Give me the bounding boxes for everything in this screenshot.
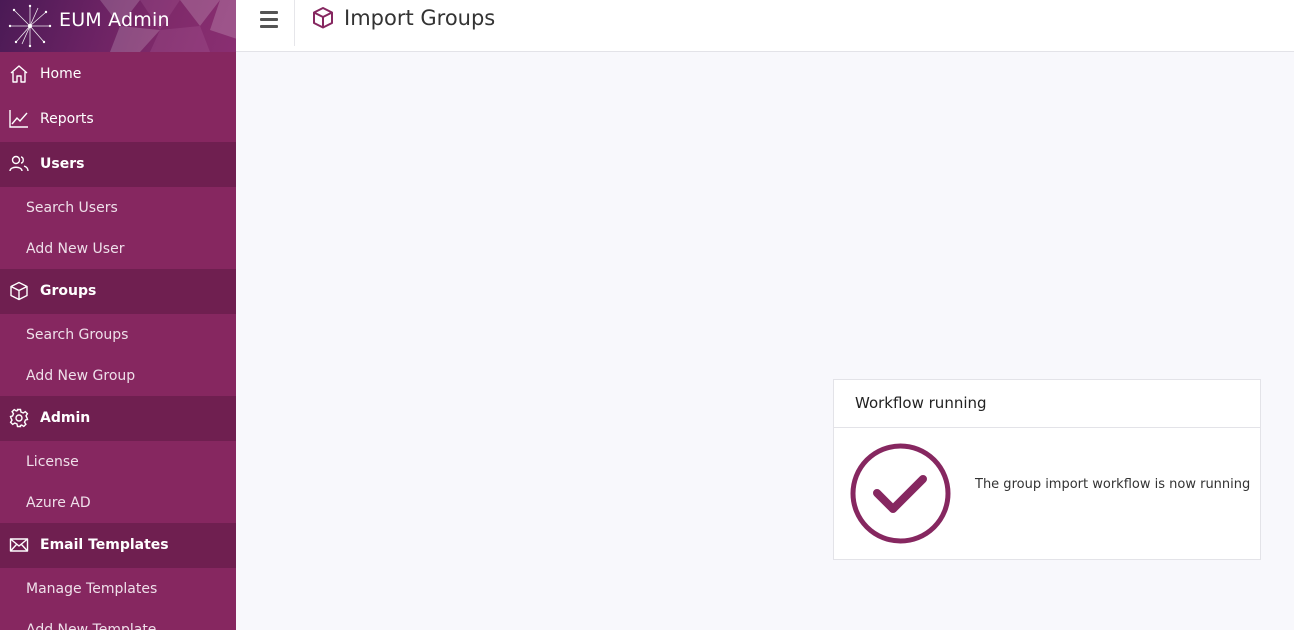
- envelope-icon: [9, 538, 29, 552]
- top-bar: Import Groups: [236, 0, 1294, 52]
- brand-title: EUM Admin: [59, 9, 170, 31]
- sidebar-subitem-label: Search Groups: [26, 327, 129, 343]
- topbar-divider: [294, 0, 295, 46]
- sidebar-nav: Home Reports Users Search Users Add New …: [0, 52, 236, 630]
- chart-line-icon: [9, 110, 28, 128]
- sidebar-subitem-search-users[interactable]: Search Users: [0, 187, 236, 228]
- sidebar-item-label: Admin: [40, 410, 91, 426]
- card-message: The group import workflow is now running: [975, 477, 1251, 492]
- sidebar-subitem-label: Azure AD: [26, 495, 91, 511]
- sidebar-item-users[interactable]: Users: [0, 142, 236, 187]
- sidebar-item-label: Groups: [40, 283, 97, 299]
- users-icon: [9, 155, 29, 172]
- sidebar-item-label: Users: [40, 156, 85, 172]
- gear-icon: [9, 408, 29, 428]
- sidebar-subitem-label: Manage Templates: [26, 581, 158, 597]
- sidebar-subitem-add-new-user[interactable]: Add New User: [0, 228, 236, 269]
- sidebar-subitem-label: Add New Group: [26, 368, 136, 384]
- sidebar-item-admin[interactable]: Admin: [0, 396, 236, 441]
- sidebar-item-reports[interactable]: Reports: [0, 97, 236, 142]
- sidebar-subitem-label: Add New User: [26, 241, 125, 257]
- sidebar-subitem-manage-templates[interactable]: Manage Templates: [0, 568, 236, 609]
- sidebar-subitem-azure-ad[interactable]: Azure AD: [0, 482, 236, 523]
- sidebar-subitem-label: License: [26, 454, 79, 470]
- check-circle-icon: [850, 443, 951, 544]
- hamburger-icon[interactable]: [260, 11, 278, 29]
- sidebar-subitem-license[interactable]: License: [0, 441, 236, 482]
- home-icon: [10, 65, 28, 83]
- sidebar-item-label: Home: [40, 66, 82, 82]
- sidebar-subitem-label: Add New Template: [26, 622, 157, 630]
- sidebar-subitem-add-new-group[interactable]: Add New Group: [0, 355, 236, 396]
- sidebar-subitem-add-new-template[interactable]: Add New Template: [0, 609, 236, 630]
- sidebar-item-label: Reports: [40, 111, 94, 127]
- sidebar: EUM Admin Home Reports Users Search User…: [0, 0, 236, 630]
- sidebar-subitem-search-groups[interactable]: Search Groups: [0, 314, 236, 355]
- sidebar-subitem-label: Search Users: [26, 200, 118, 216]
- card-title: Workflow running: [834, 380, 1260, 428]
- page-title: Import Groups: [344, 6, 496, 30]
- cube-icon: [313, 7, 333, 29]
- sidebar-item-email-templates[interactable]: Email Templates: [0, 523, 236, 568]
- sidebar-item-home[interactable]: Home: [0, 52, 236, 97]
- network-star-logo: [8, 4, 52, 48]
- brand-header[interactable]: EUM Admin: [0, 0, 236, 52]
- sidebar-item-groups[interactable]: Groups: [0, 269, 236, 314]
- cube-icon: [10, 281, 28, 301]
- sidebar-item-label: Email Templates: [40, 537, 169, 553]
- workflow-status-card: Workflow running The group import workfl…: [833, 379, 1261, 560]
